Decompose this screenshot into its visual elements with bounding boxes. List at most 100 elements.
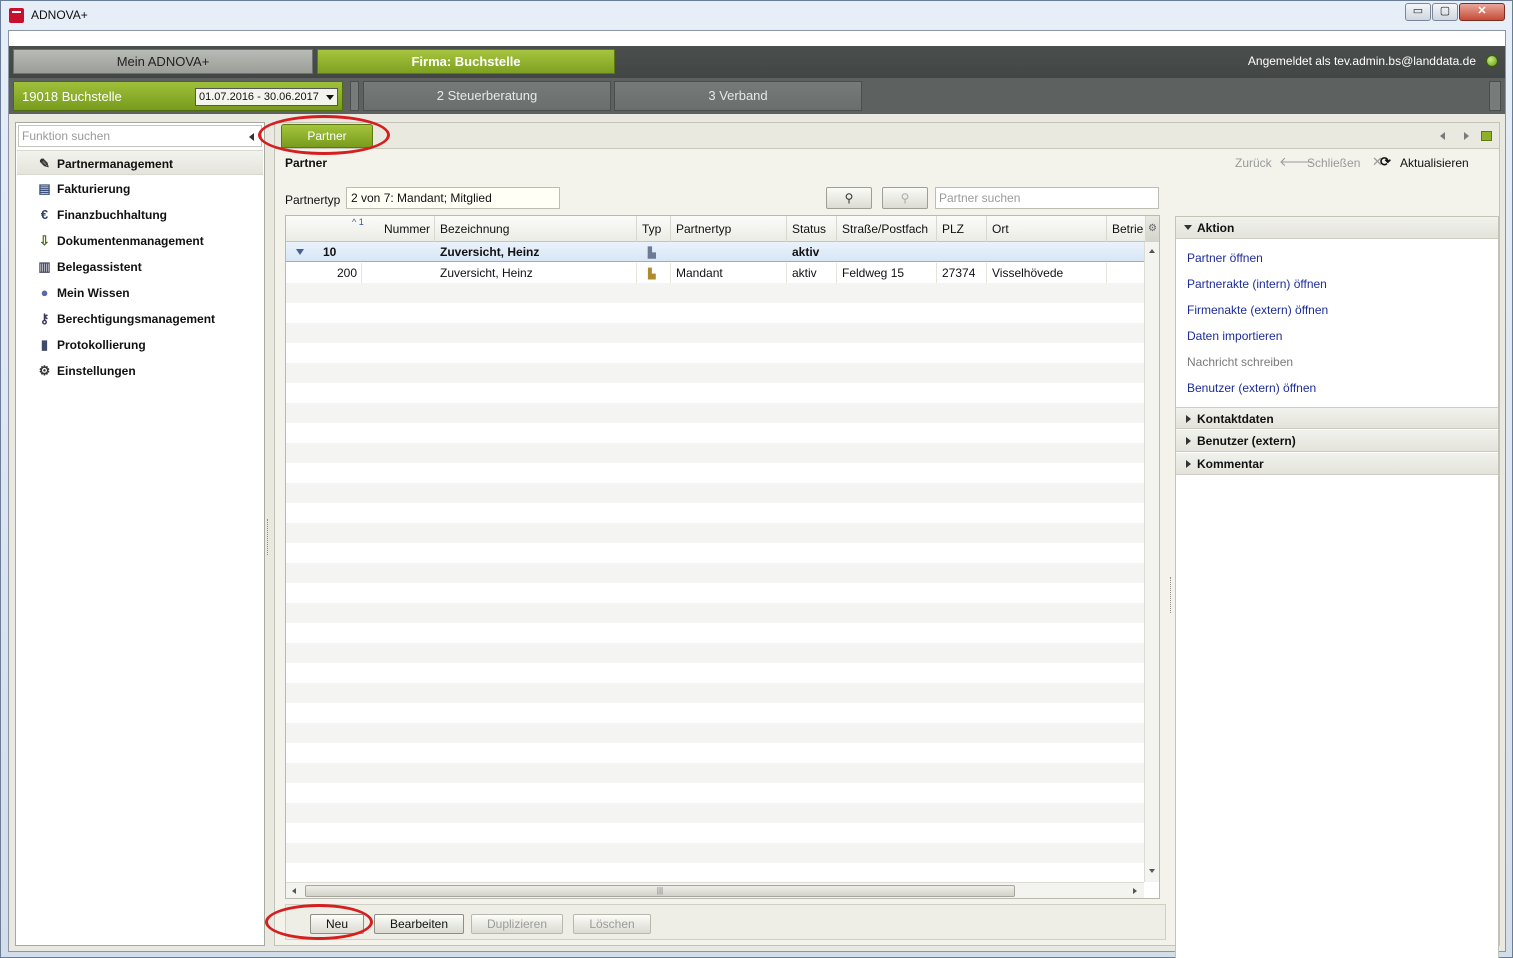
sidebar-item-belegassistent[interactable]: ▥ Belegassistent (17, 254, 263, 279)
tab-firma-buchstelle[interactable]: Firma: Buchstelle (317, 49, 615, 74)
title-bar: ADNOVA+ ▭ ▢ ✕ (1, 1, 1512, 29)
invoice-icon: ▤ (38, 181, 51, 196)
empty-table-row (286, 683, 1144, 703)
column-header-nummer[interactable]: ^ 1 Nummer (286, 216, 435, 242)
section-aktion[interactable]: Aktion (1176, 217, 1498, 239)
chevron-down-icon (326, 95, 334, 100)
refresh-button[interactable]: Aktualisieren (1400, 156, 1469, 170)
sidebar-item-partnermanagement[interactable]: ✎ Partnermanagement (17, 150, 263, 175)
delete-button[interactable]: Löschen (573, 914, 651, 934)
scroll-up-icon[interactable] (1149, 249, 1155, 253)
sidebar-item-berechtigungsmanagement[interactable]: ⚷ Berechtigungsmanagement (17, 306, 263, 331)
section-kommentar[interactable]: Kommentar (1176, 453, 1498, 475)
cell-bezeichnung: Zuversicht, Heinz (435, 263, 637, 283)
column-header-strasse[interactable]: Straße/Postfach (837, 216, 937, 242)
action-bar: Neu Bearbeiten Duplizieren Löschen (285, 904, 1166, 940)
edit-button[interactable]: Bearbeiten (374, 914, 464, 934)
link-benutzer-extern[interactable]: Benutzer (extern) öffnen (1187, 381, 1316, 395)
app-logo-icon (9, 8, 24, 23)
sidebar-item-fakturierung[interactable]: ▤ Fakturierung (17, 176, 263, 201)
column-settings-icon[interactable]: ⚙ (1146, 216, 1159, 242)
application-window: ADNOVA+ ▭ ▢ ✕ Mein ADNOVA+ Firma: Buchst… (0, 0, 1513, 958)
detail-splitter[interactable] (1170, 577, 1173, 613)
client-area: Mein ADNOVA+ Firma: Buchstelle Angemelde… (8, 30, 1506, 958)
partner-type-icon: ▙ (643, 263, 671, 283)
vertical-scrollbar[interactable] (1144, 242, 1159, 882)
column-header-status[interactable]: Status (787, 216, 837, 242)
column-header-betrieb[interactable]: Betrie (1107, 216, 1146, 242)
empty-table-row (286, 503, 1144, 523)
column-header-bezeichnung[interactable]: Bezeichnung (435, 216, 637, 242)
tab-partner[interactable]: Partner (281, 124, 373, 148)
cell-nummer: 200 (286, 263, 362, 283)
sidebar-item-label: Einstellungen (57, 364, 136, 378)
sidebar-item-dokumentenmanagement[interactable]: ⇩ Dokumentenmanagement (17, 228, 263, 253)
link-nachricht-schreiben[interactable]: Nachricht schreiben (1187, 355, 1293, 369)
connection-status-icon (1486, 55, 1498, 67)
sidebar-item-label: Dokumentenmanagement (57, 234, 204, 248)
context-scroll-handle[interactable] (1489, 81, 1501, 111)
new-button[interactable]: Neu (310, 914, 364, 934)
sidebar-item-einstellungen[interactable]: ⚙ Einstellungen (17, 358, 263, 383)
table-group-row[interactable]: 10 Zuversicht, Heinz ▙ aktiv (286, 242, 1144, 262)
sidebar-splitter[interactable] (267, 519, 270, 555)
link-partner-oeffnen[interactable]: Partner öffnen (1187, 251, 1263, 265)
table-row[interactable]: 200 Zuversicht, Heinz ▙ Mandant aktiv Fe… (286, 263, 1144, 283)
sidebar-item-mein-wissen[interactable]: ● Mein Wissen (17, 280, 263, 305)
main-tab-bar: Partner (275, 123, 1499, 149)
scroll-right-icon[interactable] (1133, 888, 1137, 894)
maximize-button[interactable]: ▢ (1432, 3, 1458, 21)
link-daten-importieren[interactable]: Daten importieren (1187, 329, 1282, 343)
link-firmenakte-extern[interactable]: Firmenakte (extern) öffnen (1187, 303, 1328, 317)
collapse-group-icon[interactable] (296, 249, 304, 255)
tab-previous-icon[interactable] (1440, 132, 1445, 140)
horizontal-scroll-thumb[interactable]: ||| (305, 885, 1015, 897)
empty-table-row (286, 863, 1144, 883)
sort-ascending-icon: ^ 1 (352, 217, 364, 227)
tab-list-icon[interactable] (1481, 131, 1492, 141)
empty-table-row (286, 763, 1144, 783)
close-window-button[interactable]: ✕ (1459, 3, 1505, 21)
column-header-ort[interactable]: Ort (987, 216, 1107, 242)
section-kontaktdaten[interactable]: Kontaktdaten (1176, 407, 1498, 429)
context-company-tab[interactable]: 19018 Buchstelle 01.07.2016 - 30.06.2017 (13, 81, 343, 111)
empty-table-row (286, 663, 1144, 683)
scroll-down-icon[interactable] (1149, 869, 1155, 873)
sidebar-item-protokollierung[interactable]: ▮ Protokollierung (17, 332, 263, 357)
column-header-plz[interactable]: PLZ (937, 216, 987, 242)
empty-table-row (286, 543, 1144, 563)
context-separator-handle[interactable] (350, 81, 359, 111)
duplicate-button[interactable]: Duplizieren (471, 914, 563, 934)
cell-strasse: Feldweg 15 (837, 263, 937, 283)
scroll-left-icon[interactable] (292, 888, 296, 894)
cell-plz: 27374 (937, 263, 987, 283)
clipboard-icon: ▮ (40, 337, 49, 352)
collapse-sidebar-icon[interactable] (249, 133, 254, 141)
sidebar-item-finanzbuchhaltung[interactable]: € Finanzbuchhaltung (17, 202, 263, 227)
back-button[interactable]: Zurück (1235, 156, 1272, 170)
close-button[interactable]: Schließen (1307, 156, 1360, 170)
extended-search-button[interactable]: ⚲ (826, 187, 872, 209)
context-bar: 19018 Buchstelle 01.07.2016 - 30.06.2017… (9, 78, 1505, 114)
context-tab-verband[interactable]: 3 Verband (614, 81, 862, 111)
horizontal-scrollbar[interactable]: ||| (286, 882, 1144, 898)
partnertyp-filter-field[interactable]: 2 von 7: Mandant; Mitglied (346, 187, 560, 209)
partner-search-input[interactable] (935, 187, 1159, 209)
page-title: Partner (285, 156, 328, 170)
column-header-partnertyp[interactable]: Partnertyp (671, 216, 787, 242)
context-tab-steuerberatung[interactable]: 2 Steuerberatung (363, 81, 611, 111)
tab-next-icon[interactable] (1464, 132, 1469, 140)
column-header-typ[interactable]: Typ (637, 216, 671, 242)
link-partnerakte-intern[interactable]: Partnerakte (intern) öffnen (1187, 277, 1327, 291)
empty-table-row (286, 723, 1144, 743)
section-benutzer-extern[interactable]: Benutzer (extern) (1176, 430, 1498, 452)
tab-mein-adnova[interactable]: Mein ADNOVA+ (13, 49, 313, 74)
period-select[interactable]: 01.07.2016 - 30.06.2017 (195, 88, 338, 106)
minimize-button[interactable]: ▭ (1405, 3, 1431, 21)
group-type-icon: ▙ (648, 248, 656, 259)
sidebar-item-label: Partnermanagement (57, 157, 174, 171)
euro-icon: € (40, 207, 49, 222)
empty-table-row (286, 363, 1144, 383)
function-search-input[interactable] (18, 125, 262, 147)
reset-search-button[interactable]: ⚲ (882, 187, 928, 209)
